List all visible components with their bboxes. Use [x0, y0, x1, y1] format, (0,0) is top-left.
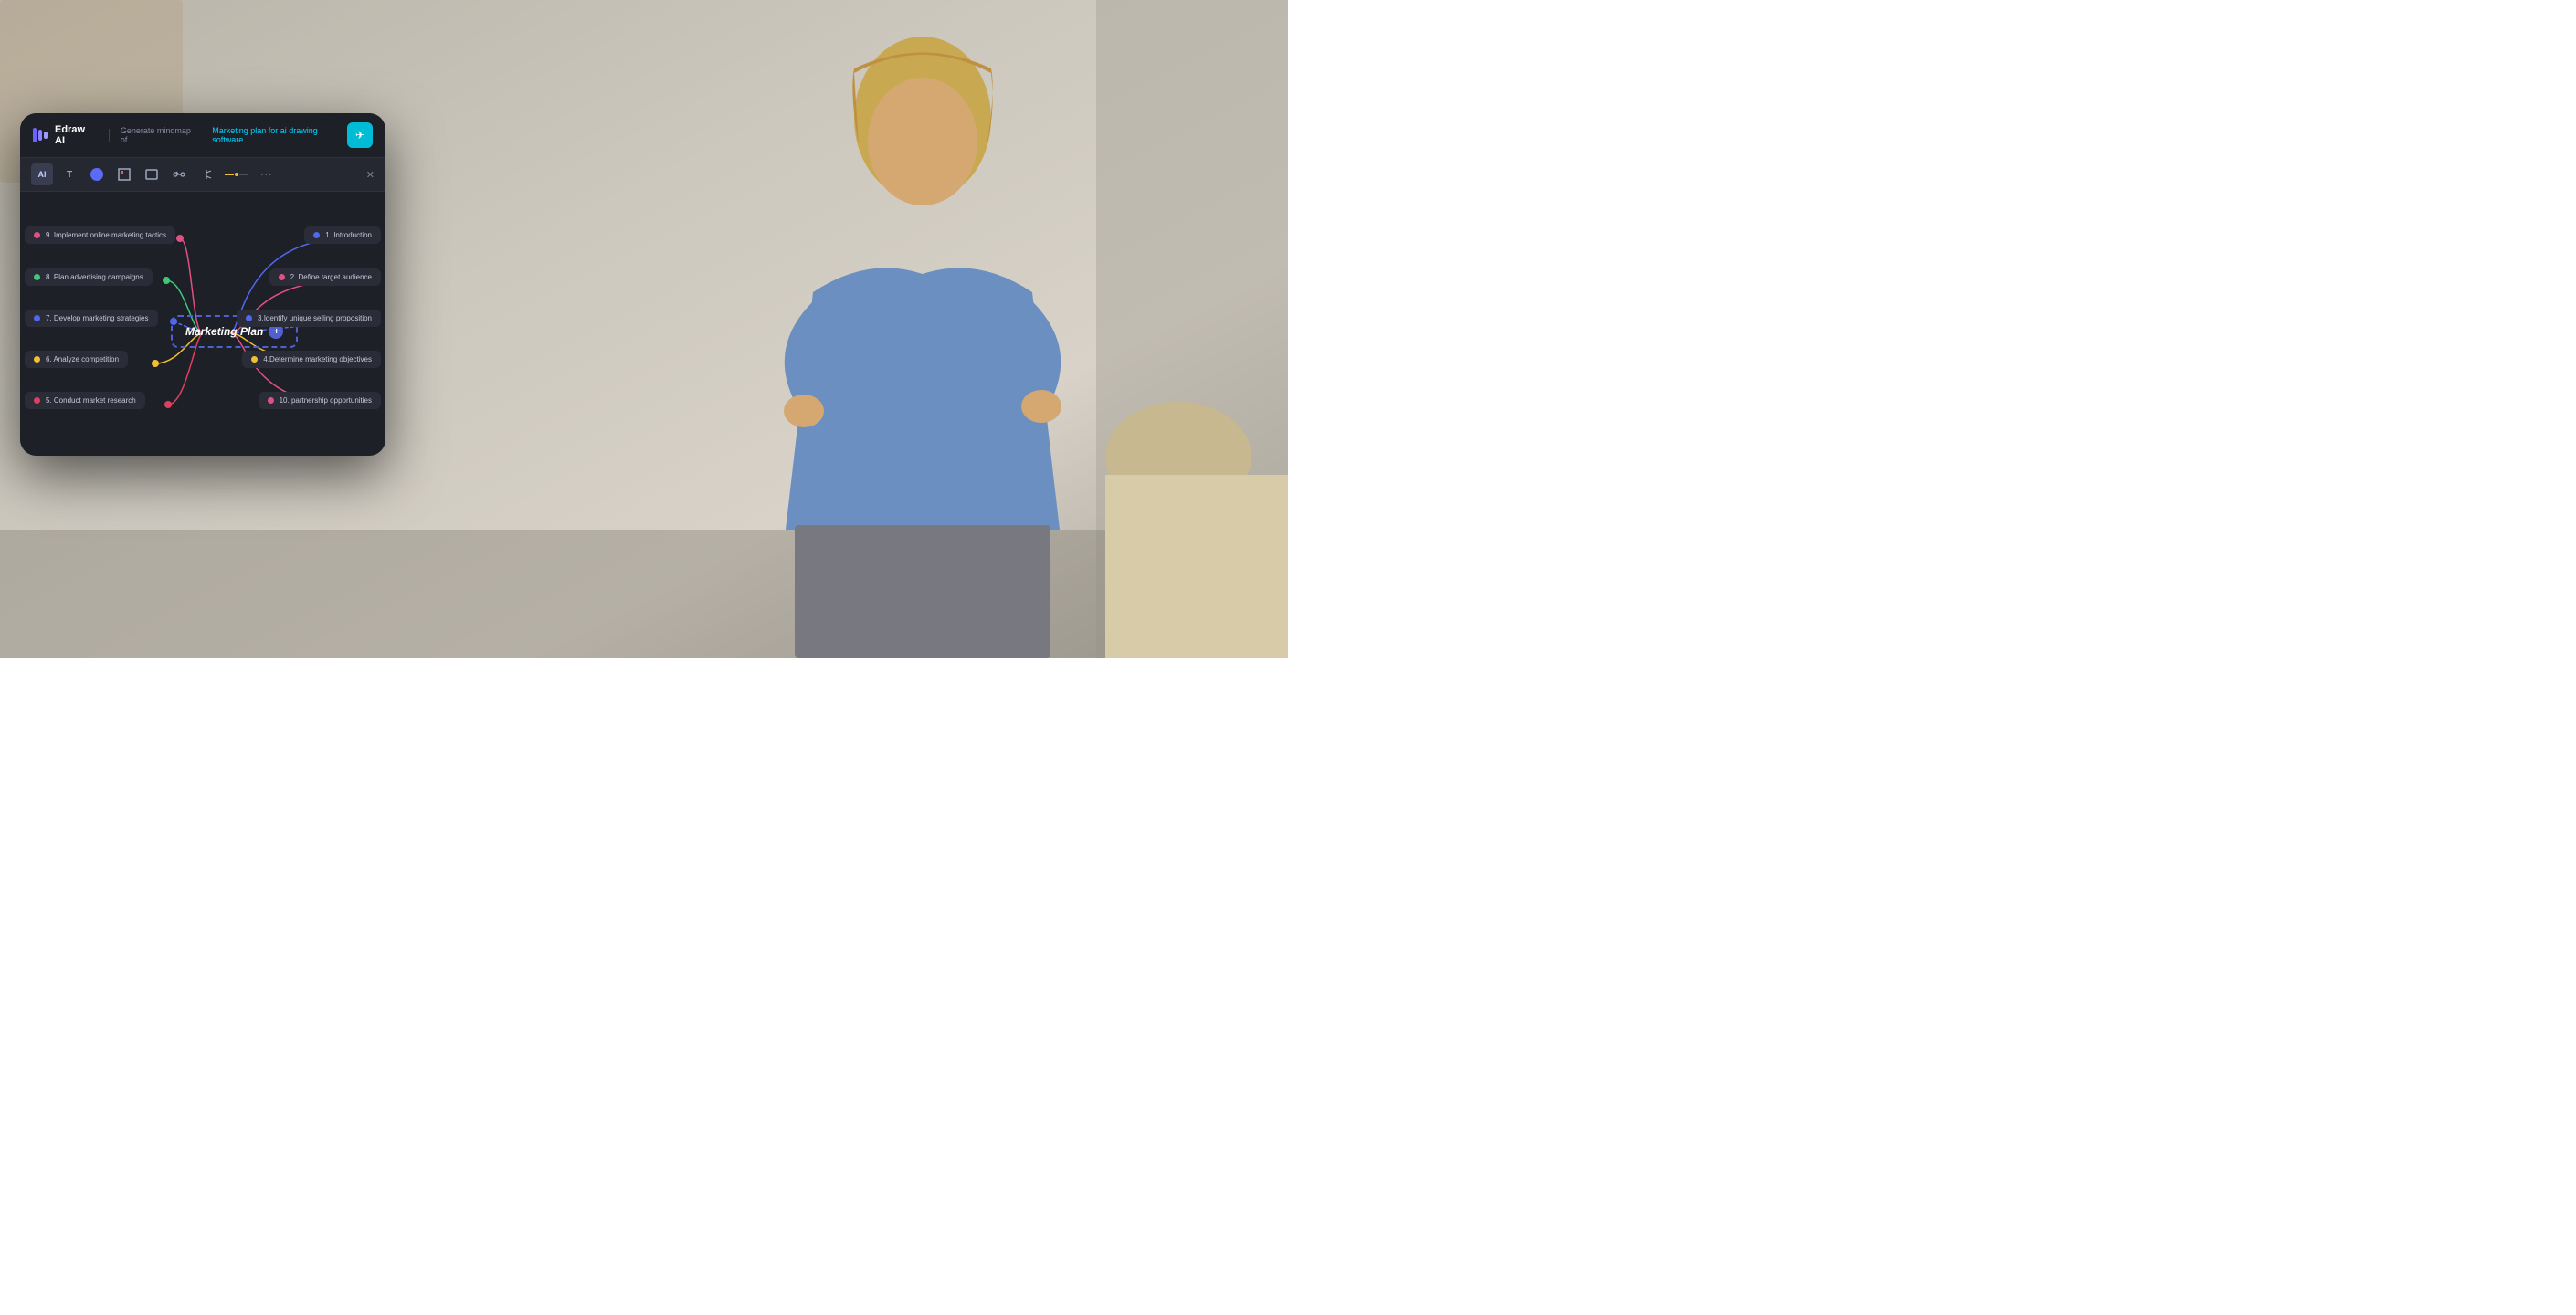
branch-icon [200, 168, 213, 181]
page-wrapper: Edraw AI Generate mindmap of Marketing p… [0, 0, 1288, 658]
close-button[interactable]: ✕ [366, 169, 375, 181]
rect-tool-button[interactable] [141, 163, 163, 185]
node-10-dot [268, 397, 274, 404]
color-picker-button[interactable] [86, 163, 108, 185]
shape-tool-button[interactable] [113, 163, 135, 185]
branch-tool-button[interactable] [195, 163, 217, 185]
node-8[interactable]: 8. Plan advertising campaigns [25, 268, 153, 286]
more-icon: ··· [261, 170, 273, 180]
generate-prefix-text: Generate mindmap of [121, 126, 194, 144]
node-9-dot [34, 232, 40, 238]
node-7[interactable]: 7. Develop marketing strategies [25, 310, 158, 327]
node-10[interactable]: 10. partnership opportunities [259, 392, 381, 409]
node-9-label: 9. Implement online marketing tactics [46, 231, 166, 239]
node-2-label: 2. Define target audience [290, 273, 372, 281]
node-3-label: 3.Identify unique selling proposition [258, 314, 372, 322]
node-1[interactable]: 1. Introduction [304, 226, 381, 244]
node-9[interactable]: 9. Implement online marketing tactics [25, 226, 175, 244]
header-divider [109, 129, 110, 142]
toolbar: AI T [20, 158, 385, 192]
node-4-dot [251, 356, 258, 363]
node-5[interactable]: 5. Conduct market research [25, 392, 145, 409]
mindmap-area: Marketing Plan + 9. Implement online mar… [20, 192, 385, 456]
color-dot [90, 168, 103, 181]
logo-bar-3 [44, 132, 48, 139]
frame-icon [118, 168, 131, 181]
node-3-dot [246, 315, 252, 321]
ai-tool-button[interactable]: AI [31, 163, 53, 185]
node-4-label: 4.Determine marketing objectives [263, 355, 372, 363]
logo-bar-1 [33, 128, 37, 142]
node-10-label: 10. partnership opportunities [280, 396, 372, 405]
text-tool-button[interactable]: T [58, 163, 80, 185]
node-7-dot [34, 315, 40, 321]
node-6-label: 6. Analyze competition [46, 355, 119, 363]
text-tool-label: T [67, 170, 72, 180]
brand-name: Edraw AI [55, 124, 94, 146]
node-5-label: 5. Conduct market research [46, 396, 136, 405]
dash-line-icon [225, 171, 248, 178]
logo-bar-2 [38, 130, 42, 141]
close-icon: ✕ [366, 170, 375, 181]
node-3[interactable]: 3.Identify unique selling proposition [237, 310, 381, 327]
card-header: Edraw AI Generate mindmap of Marketing p… [20, 113, 385, 158]
ai-tool-label: AI [38, 170, 47, 179]
node-8-label: 8. Plan advertising campaigns [46, 273, 143, 281]
connect-tool-button[interactable] [168, 163, 190, 185]
line-style-button[interactable] [223, 163, 250, 185]
edraw-logo [33, 128, 48, 142]
node-5-dot [34, 397, 40, 404]
node-1-dot [313, 232, 320, 238]
send-icon: ✈ [355, 129, 364, 142]
send-button[interactable]: ✈ [347, 122, 373, 148]
plus-icon: + [273, 327, 279, 337]
app-card: Edraw AI Generate mindmap of Marketing p… [20, 113, 385, 456]
rect-icon [145, 168, 158, 181]
node-2[interactable]: 2. Define target audience [269, 268, 381, 286]
node-7-label: 7. Develop marketing strategies [46, 314, 149, 322]
node-4[interactable]: 4.Determine marketing objectives [242, 351, 381, 368]
more-button[interactable]: ··· [256, 163, 278, 185]
connect-icon [173, 168, 185, 181]
node-2-dot [279, 274, 285, 280]
center-node-label: Marketing Plan [185, 325, 263, 338]
node-8-dot [34, 274, 40, 280]
generate-topic-text: Marketing plan for ai drawing software [212, 126, 340, 144]
node-1-label: 1. Introduction [325, 231, 372, 239]
node-6-dot [34, 356, 40, 363]
node-6[interactable]: 6. Analyze competition [25, 351, 128, 368]
